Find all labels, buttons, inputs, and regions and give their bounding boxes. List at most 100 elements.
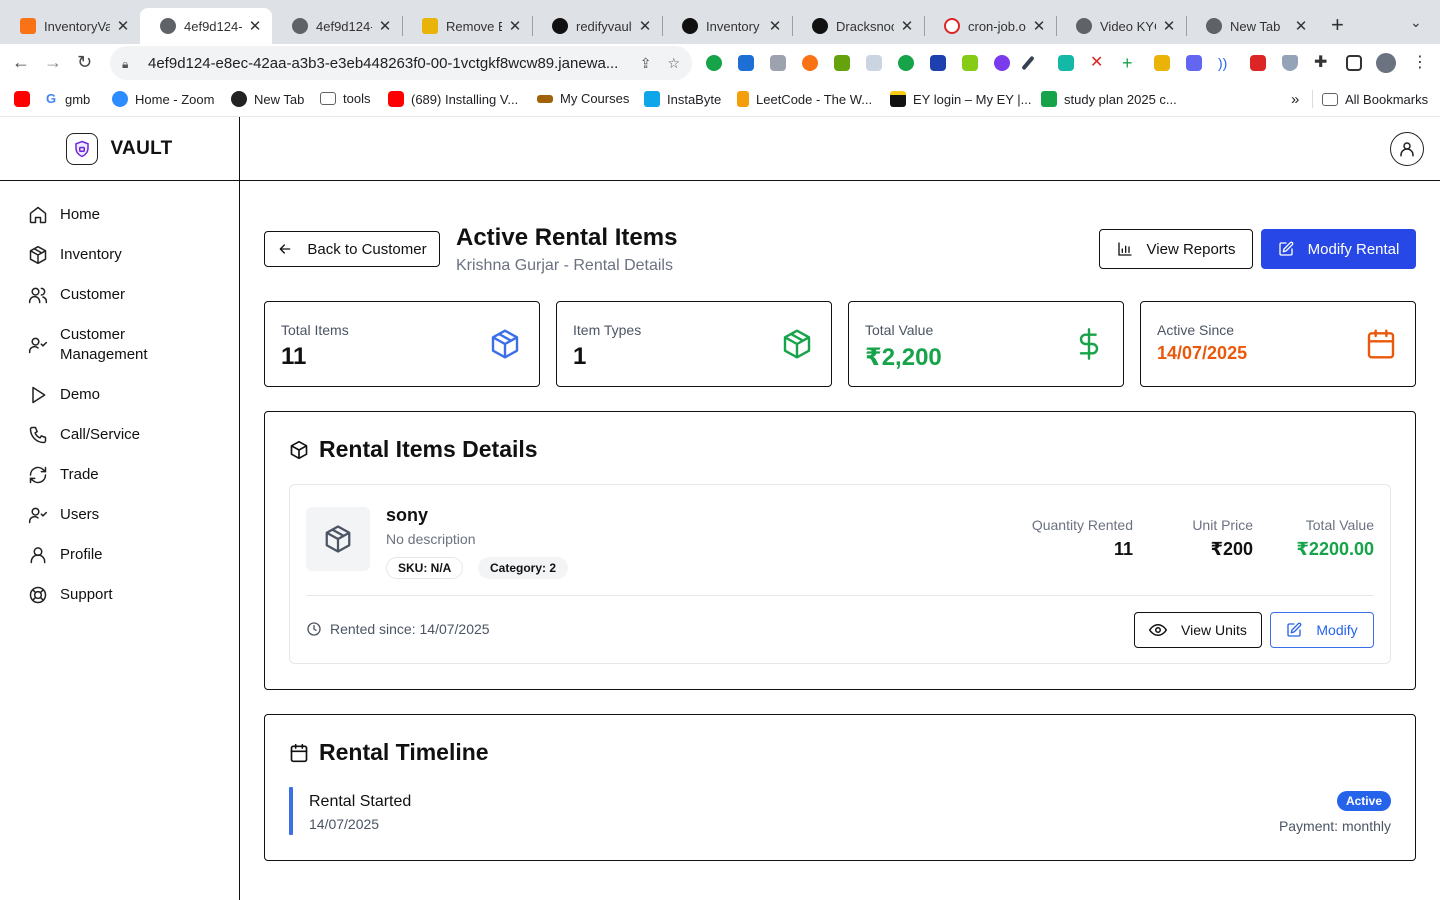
close-tab-icon[interactable]: ✕	[248, 17, 262, 35]
extension-icon[interactable]	[802, 55, 818, 71]
sidebar-item-inventory[interactable]: Inventory	[28, 245, 122, 265]
close-tab-icon[interactable]: ✕	[116, 17, 130, 35]
github-icon	[812, 18, 828, 34]
sidebar-item-users[interactable]: Users	[28, 505, 99, 525]
profile-avatar[interactable]	[1376, 53, 1396, 73]
sidebar-item-home[interactable]: Home	[28, 205, 100, 225]
browser-tab[interactable]: Remove Bac ✕	[402, 8, 532, 44]
all-bookmarks-folder[interactable]: All Bookmarks	[1312, 90, 1428, 108]
share-icon[interactable]: ⇪	[640, 55, 652, 72]
forward-arrow-icon[interactable]: →	[44, 52, 62, 73]
item-description: No description	[386, 531, 476, 547]
close-icon[interactable]: ✕	[1090, 55, 1106, 71]
close-tab-icon[interactable]: ✕	[900, 17, 914, 35]
browser-tab[interactable]: redifyvault ✕	[532, 8, 662, 44]
edit-icon	[1278, 241, 1294, 256]
sku-badge: SKU: N/A	[386, 557, 464, 579]
bookmark-item[interactable]: My Courses	[537, 91, 629, 106]
url-text[interactable]: 4ef9d124-e8ec-42aa-a3b3-e3eb448263f0-00-…	[148, 55, 624, 72]
browser-tab-active[interactable]: 4ef9d124-e ✕	[140, 8, 272, 44]
new-tab-icon[interactable]: +	[1331, 12, 1344, 38]
close-tab-icon[interactable]: ✕	[1162, 17, 1176, 35]
bookmark-item[interactable]: study plan 2025 c...	[1041, 91, 1177, 107]
sidebar-item-label: Customer Management	[60, 326, 148, 363]
reload-icon[interactable]: ↻	[77, 52, 92, 73]
bookmark-label: (689) Installing V...	[411, 91, 519, 107]
close-tab-icon[interactable]: ✕	[638, 17, 652, 35]
sidebar-item-label: Home	[60, 206, 101, 223]
extension-icon[interactable]	[1186, 55, 1202, 71]
view-units-button[interactable]: View Units	[1134, 612, 1262, 648]
pen-icon[interactable]	[1021, 55, 1035, 71]
extension-icon[interactable]	[962, 55, 978, 71]
side-panel-icon[interactable]	[1346, 55, 1362, 71]
sidebar-item-support[interactable]: Support	[28, 585, 113, 605]
bookmark-folder[interactable]: tools	[320, 91, 370, 106]
tab-search-icon[interactable]: ⌄	[1410, 14, 1422, 31]
bookmark-item[interactable]: EY login – My EY |...	[890, 91, 1032, 107]
payment-frequency: Payment: monthly	[1278, 818, 1391, 834]
browser-tab[interactable]: 4ef9d124-e ✕	[272, 8, 402, 44]
bookmark-item[interactable]: (689) Installing V...	[388, 91, 518, 107]
extension-icon[interactable]	[738, 55, 754, 71]
bookmark-item[interactable]: Home - Zoom	[112, 91, 214, 107]
sidebar: VAULT Home Inventory Customer Customer M…	[0, 117, 240, 900]
modify-rental-button[interactable]: Modify Rental	[1261, 229, 1416, 269]
browser-tab-strip: InventoryVa ✕ 4ef9d124-e ✕ 4ef9d124-e ✕ …	[0, 0, 1440, 44]
browser-tab[interactable]: cron-job.org ✕	[924, 8, 1056, 44]
extension-icon[interactable]	[898, 55, 914, 71]
rented-since: Rented since: 14/07/2025	[306, 621, 490, 637]
extension-icon[interactable]	[1154, 55, 1170, 71]
browser-tab[interactable]: InventoryVa ✕	[0, 8, 140, 44]
rocket-icon	[644, 91, 660, 107]
bookmark-item[interactable]: InstaByte	[644, 91, 721, 107]
sidebar-item-trade[interactable]: Trade	[28, 465, 99, 485]
close-tab-icon[interactable]: ✕	[1294, 17, 1308, 35]
puzzle-icon[interactable]: ✚	[1314, 55, 1330, 71]
extension-icon[interactable]	[834, 55, 850, 71]
app-name: VAULT	[110, 137, 173, 159]
star-icon[interactable]: ☆	[667, 55, 680, 72]
extension-icon[interactable]	[706, 55, 722, 71]
shield-icon[interactable]	[1282, 55, 1298, 71]
modify-item-button[interactable]: Modify	[1270, 612, 1374, 648]
back-to-customer-button[interactable]: Back to Customer	[264, 231, 440, 267]
sidebar-item-label: Users	[60, 506, 100, 523]
bookmark-item[interactable]: LeetCode - The W...	[737, 91, 872, 107]
back-arrow-icon[interactable]: ←	[12, 52, 30, 73]
close-tab-icon[interactable]: ✕	[378, 17, 392, 35]
bookmark-item[interactable]	[14, 91, 37, 107]
metric-label: Quantity Rented	[1031, 517, 1133, 533]
view-reports-button[interactable]: View Reports	[1099, 229, 1253, 269]
extension-icon[interactable]	[866, 55, 882, 71]
bookmark-item[interactable]: New Tab	[231, 91, 304, 107]
plus-icon[interactable]: +	[1122, 54, 1138, 72]
camera-icon[interactable]	[770, 55, 786, 71]
close-tab-icon[interactable]: ✕	[508, 17, 522, 35]
sidebar-item-profile[interactable]: Profile	[28, 545, 103, 565]
extension-icon[interactable]	[1058, 55, 1074, 71]
browser-tab[interactable]: New Tab ✕	[1186, 8, 1318, 44]
view-reports-label: View Reports	[1146, 240, 1236, 258]
kebab-menu-icon[interactable]: ⋮	[1412, 55, 1428, 71]
sidebar-item-call-service[interactable]: Call/Service	[28, 425, 140, 445]
address-bar[interactable]: 🔒︎ 4ef9d124-e8ec-42aa-a3b3-e3eb448263f0-…	[110, 46, 692, 80]
sidebar-item-customer-management[interactable]: Customer Management	[28, 325, 188, 365]
extension-icon[interactable]	[1250, 55, 1266, 71]
bookmark-item[interactable]: Ggmb	[46, 91, 90, 107]
sidebar-item-customer[interactable]: Customer	[28, 285, 125, 305]
extension-icon[interactable]	[930, 55, 946, 71]
browser-tab[interactable]: Inventory M ✕	[662, 8, 792, 44]
close-tab-icon[interactable]: ✕	[768, 17, 782, 35]
stat-label: Total Items	[281, 322, 349, 338]
browser-tab[interactable]: Dracksnoop ✕	[792, 8, 924, 44]
user-menu-button[interactable]	[1390, 132, 1424, 166]
extension-icon[interactable]	[994, 55, 1010, 71]
more-bookmarks-icon[interactable]: »	[1291, 91, 1299, 108]
logo[interactable]: VAULT	[0, 117, 239, 181]
close-tab-icon[interactable]: ✕	[1032, 17, 1046, 35]
rented-since-text: Rented since: 14/07/2025	[330, 621, 490, 637]
wifi-icon[interactable]: ))	[1218, 55, 1234, 71]
browser-tab[interactable]: Video KYC ✕	[1056, 8, 1186, 44]
sidebar-item-demo[interactable]: Demo	[28, 385, 100, 405]
